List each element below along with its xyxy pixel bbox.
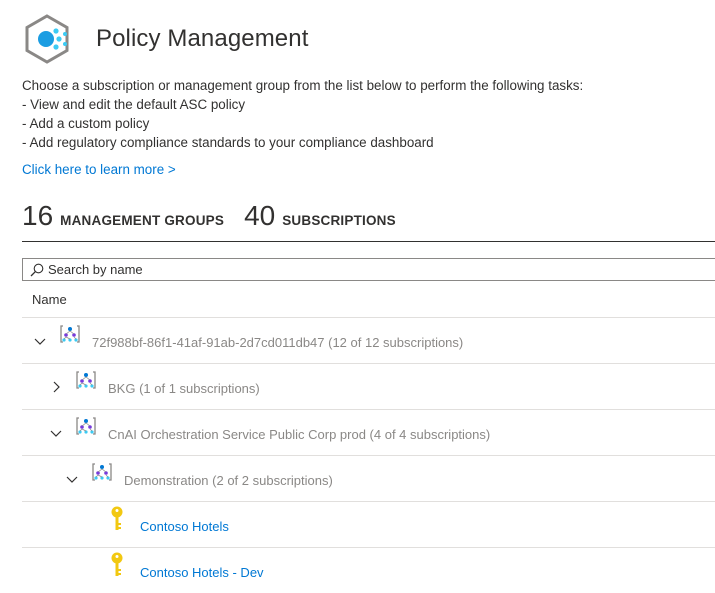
management-group-icon [60, 325, 80, 343]
chevron-down-icon[interactable] [33, 334, 47, 348]
row-label: CnAI Orchestration Service Public Corp p… [108, 427, 491, 442]
page-title: Policy Management [96, 25, 309, 52]
search-box[interactable] [22, 258, 715, 281]
key-icon [111, 506, 123, 530]
subscription-link[interactable]: Contoso Hotels - Dev [140, 565, 264, 580]
search-input[interactable] [48, 262, 648, 277]
task-item: - Add a custom policy [22, 116, 150, 131]
key-icon [111, 552, 123, 576]
table-row[interactable]: CnAI Orchestration Service Public Corp p… [22, 409, 715, 455]
management-groups-count: 16 [22, 200, 54, 231]
task-item: - Add regulatory compliance standards to… [22, 135, 434, 150]
chevron-down-icon[interactable] [65, 472, 79, 486]
management-group-icon [76, 371, 96, 389]
row-label: BKG (1 of 1 subscriptions) [108, 381, 260, 396]
management-group-icon [76, 417, 96, 435]
row-label: 72f988bf-86f1-41af-91ab-2d7cd011db47 (12… [92, 335, 464, 350]
chevron-right-icon[interactable] [49, 380, 63, 394]
learn-more-link[interactable]: Click here to learn more > [22, 162, 176, 177]
table-row[interactable]: Demonstration (2 of 2 subscriptions) [22, 455, 715, 501]
page-header: Policy Management [22, 14, 308, 64]
description-intro: Choose a subscription or management grou… [22, 78, 584, 93]
stats-divider [22, 241, 715, 242]
column-header-name[interactable]: Name [32, 292, 67, 307]
page-description: Choose a subscription or management grou… [22, 76, 583, 152]
row-label: Demonstration (2 of 2 subscriptions) [124, 473, 333, 488]
security-center-hex-icon [25, 14, 69, 64]
subscriptions-count: 40 [244, 200, 276, 231]
subscriptions-label: SUBSCRIPTIONS [282, 213, 396, 228]
table-row[interactable]: Contoso Hotels - Dev [22, 547, 715, 593]
task-item: - View and edit the default ASC policy [22, 97, 246, 112]
search-icon [30, 263, 44, 276]
management-group-icon [92, 463, 112, 481]
summary-stats: 16 MANAGEMENT GROUPS 40 SUBSCRIPTIONS [22, 200, 396, 236]
table-row[interactable]: BKG (1 of 1 subscriptions) [22, 363, 715, 409]
subscription-link[interactable]: Contoso Hotels [140, 519, 229, 534]
table-row[interactable]: Contoso Hotels [22, 501, 715, 547]
management-groups-label: MANAGEMENT GROUPS [60, 213, 225, 228]
table-row[interactable]: 72f988bf-86f1-41af-91ab-2d7cd011db47 (12… [22, 317, 715, 363]
chevron-down-icon[interactable] [49, 426, 63, 440]
